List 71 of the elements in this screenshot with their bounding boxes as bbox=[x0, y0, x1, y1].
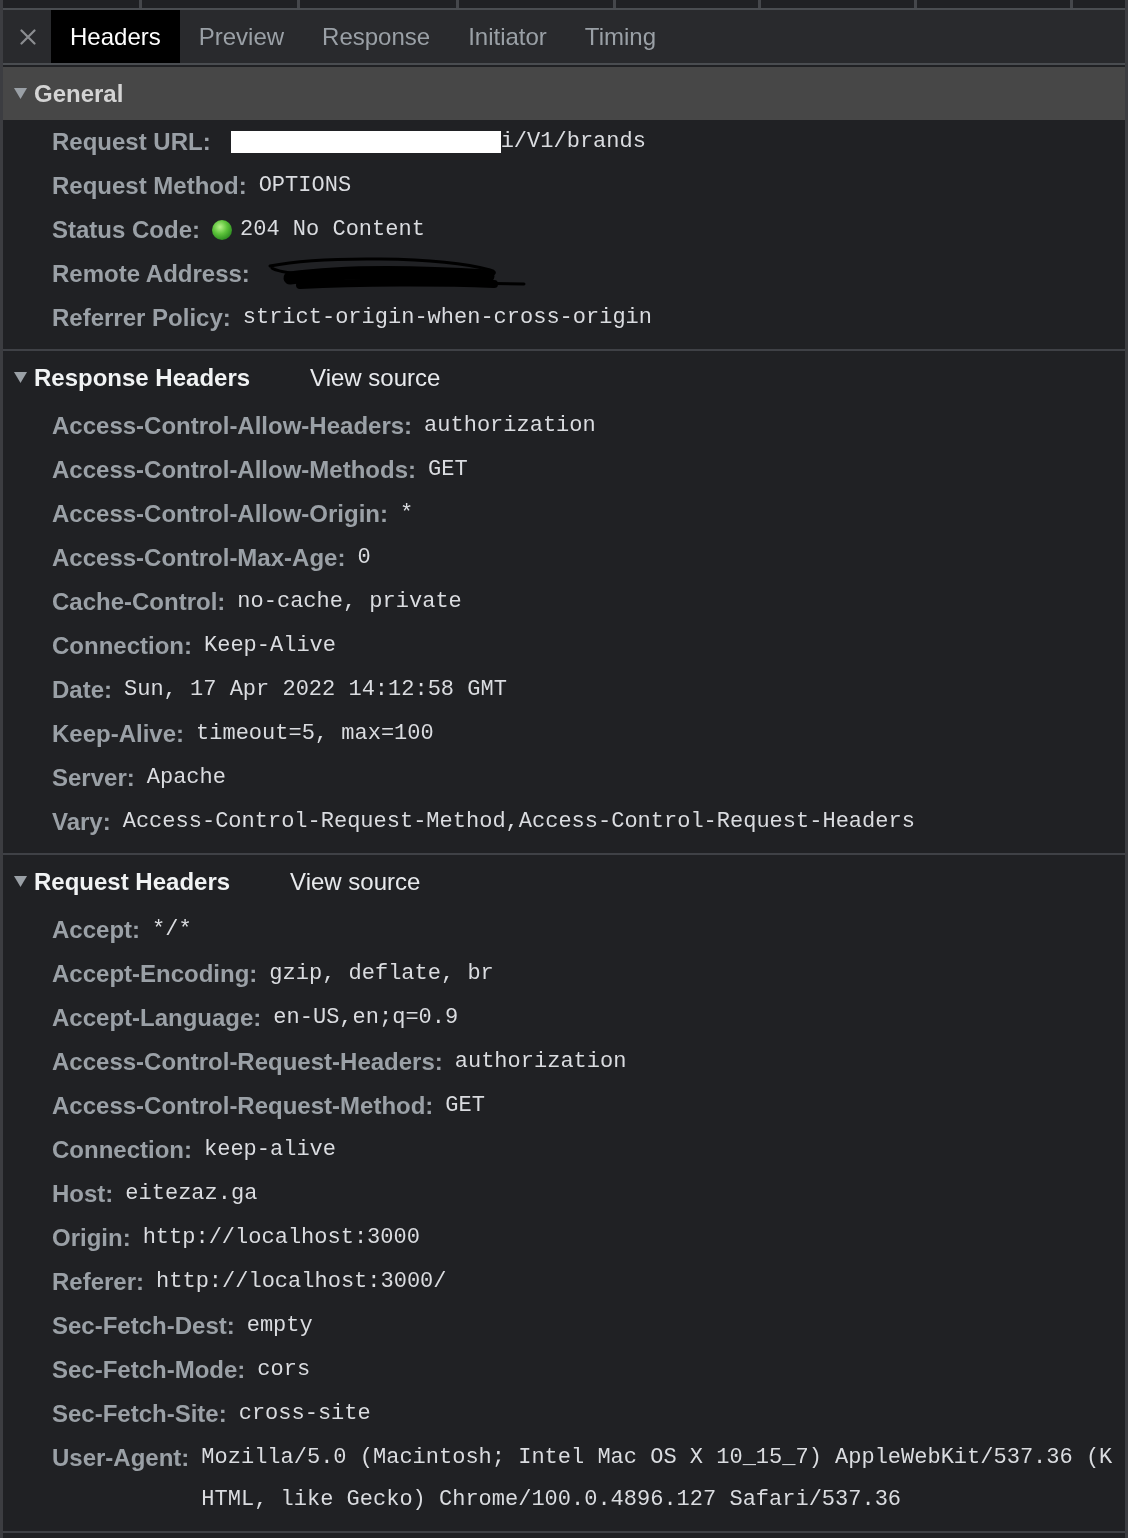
header-value: * bbox=[400, 500, 414, 528]
collapse-triangle-icon[interactable] bbox=[14, 88, 27, 99]
header-name: Server: bbox=[52, 763, 135, 793]
header-name: Sec-Fetch-Mode: bbox=[52, 1355, 246, 1385]
tab[interactable]: Preview bbox=[179, 10, 304, 63]
header-value: GET bbox=[445, 1092, 485, 1120]
view-source-link[interactable]: View source bbox=[290, 867, 421, 896]
header-name: Request Method: bbox=[52, 171, 247, 201]
header-name: Remote Address: bbox=[52, 259, 250, 289]
view-source-link[interactable]: View source bbox=[310, 363, 441, 392]
header-name: Cache-Control: bbox=[52, 587, 226, 617]
header-name: Connection: bbox=[52, 1135, 192, 1165]
header-value: authorization bbox=[454, 1048, 627, 1076]
header-name: Origin: bbox=[52, 1223, 131, 1253]
header-value: 204 No Content bbox=[240, 216, 425, 244]
header-name: Date: bbox=[52, 675, 112, 705]
header-name: Connection: bbox=[52, 631, 192, 661]
header-name: Access-Control-Request-Headers: bbox=[52, 1047, 443, 1077]
collapse-triangle-icon[interactable] bbox=[14, 372, 27, 383]
header-name: Referer: bbox=[52, 1267, 145, 1297]
header-name: User-Agent: bbox=[52, 1443, 190, 1473]
section-title[interactable]: Response Headers bbox=[34, 363, 251, 392]
tab[interactable]: Initiator bbox=[449, 10, 566, 63]
header-name: Request URL: bbox=[52, 127, 211, 157]
header-name: Sec-Fetch-Dest: bbox=[52, 1311, 235, 1341]
header-value: gzip, deflate, br bbox=[269, 960, 494, 988]
header-value: http://localhost:3000 bbox=[142, 1224, 420, 1252]
header-value: Keep-Alive bbox=[204, 632, 336, 660]
header-name: Sec-Fetch-Site: bbox=[52, 1399, 227, 1429]
header-name: Accept-Encoding: bbox=[52, 959, 258, 989]
header-value: 0 bbox=[357, 544, 371, 572]
header-value: */* bbox=[152, 916, 192, 944]
header-name: Accept-Language: bbox=[52, 1003, 262, 1033]
header-value: empty bbox=[246, 1312, 313, 1340]
header-value: timeout=5, max=100 bbox=[196, 720, 434, 748]
tab[interactable]: Response bbox=[303, 10, 450, 63]
section-header-bar[interactable]: General bbox=[3, 67, 1125, 120]
header-value: Access-Control-Request-Method,Access-Control-Request-Headers bbox=[122, 808, 915, 836]
header-value: Mozilla/5.0 (Macintosh; Intel Mac OS X 10_15_7) AppleWebKit/537.36 (KHTML, like Gecko) Chrome/100.0.4896.127 Safari/537.36 bbox=[201, 1444, 1114, 1514]
section-title[interactable]: General bbox=[34, 79, 124, 108]
header-name: Accept: bbox=[52, 915, 141, 945]
header-value: cors bbox=[257, 1356, 311, 1384]
header-value: i/V1/brands bbox=[500, 128, 646, 156]
header-name: Access-Control-Allow-Methods: bbox=[52, 455, 416, 485]
header-name: Access-Control-Request-Method: bbox=[52, 1091, 434, 1121]
header-name: Host: bbox=[52, 1179, 114, 1209]
header-value: no-cache, private bbox=[237, 588, 462, 616]
header-name: Keep-Alive: bbox=[52, 719, 185, 749]
header-value: OPTIONS bbox=[258, 172, 352, 200]
header-name: Vary: bbox=[52, 807, 111, 837]
collapse-triangle-icon[interactable] bbox=[14, 876, 27, 887]
header-value: eitezaz.ga bbox=[125, 1180, 258, 1208]
close-icon[interactable] bbox=[20, 28, 36, 45]
header-name: Referrer Policy: bbox=[52, 303, 231, 333]
header-name: Status Code: bbox=[52, 215, 200, 245]
header-value: Sun, 17 Apr 2022 14:12:58 GMT bbox=[124, 676, 507, 704]
tab[interactable]: Timing bbox=[565, 10, 675, 63]
header-name: Access-Control-Max-Age: bbox=[52, 543, 346, 573]
header-value: http://localhost:3000/ bbox=[156, 1268, 447, 1296]
header-name: Access-Control-Allow-Origin: bbox=[52, 499, 388, 529]
header-value: strict-origin-when-cross-origin bbox=[242, 304, 653, 332]
header-value: Apache bbox=[146, 764, 226, 792]
header-value: en-US,en;q=0.9 bbox=[273, 1004, 459, 1032]
status-dot-icon bbox=[212, 220, 232, 240]
tab[interactable]: Headers bbox=[51, 10, 180, 63]
header-value: cross-site bbox=[238, 1400, 371, 1428]
header-value: keep-alive bbox=[204, 1136, 336, 1164]
header-value: authorization bbox=[424, 412, 596, 440]
header-value: GET bbox=[428, 456, 468, 484]
header-name: Access-Control-Allow-Headers: bbox=[52, 411, 413, 441]
section-title[interactable]: Request Headers bbox=[34, 867, 231, 896]
